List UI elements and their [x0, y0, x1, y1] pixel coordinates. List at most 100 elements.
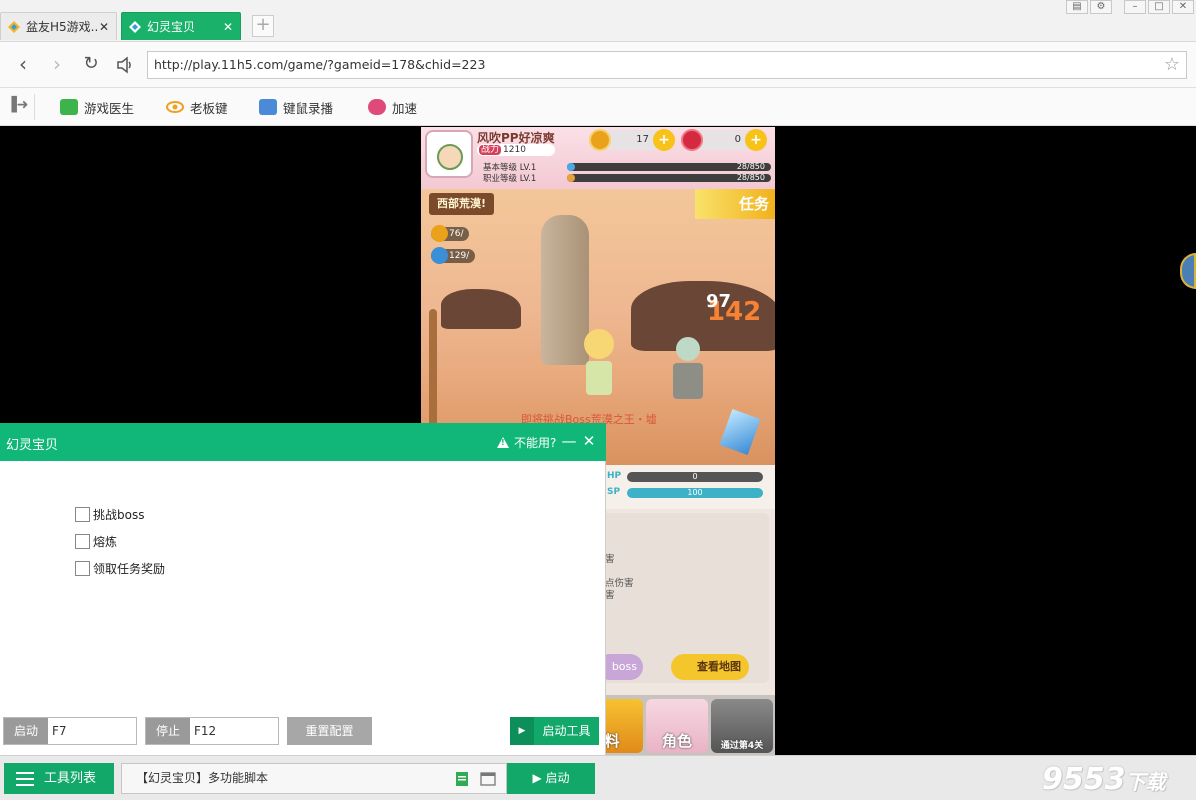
close-window-button[interactable]: ✕: [1172, 0, 1194, 14]
panel-title: 幻灵宝贝: [6, 438, 59, 453]
toolbar-label: 老板键: [190, 100, 228, 116]
option-label: 领取任务奖励: [93, 562, 166, 576]
tab-label: 盆友H5游戏...: [26, 20, 98, 34]
help-link[interactable]: 不能用?: [497, 434, 556, 451]
combat-power: 战力 1210: [477, 144, 555, 156]
gold-rate-value: 76/: [449, 229, 464, 239]
checkbox[interactable]: [75, 507, 90, 522]
checkbox[interactable]: [75, 561, 90, 576]
stop-hotkey: 停止 F12: [145, 717, 279, 745]
bottom-bar: 工具列表 【幻灵宝贝】多功能脚本 ▶ 启动 9553下载: [0, 755, 1196, 800]
gold-value: 17: [636, 134, 649, 145]
game-doctor-icon: [60, 99, 78, 115]
quest-button[interactable]: 任务: [695, 189, 775, 219]
tab-close-icon[interactable]: ✕: [222, 20, 234, 34]
hp-label: HP: [607, 471, 622, 481]
forward-arrow-icon[interactable]: ›: [44, 52, 70, 78]
power-label: 战力: [479, 145, 502, 155]
bookmark-star-icon[interactable]: ☆: [1164, 52, 1180, 78]
tab-close-icon[interactable]: ✕: [98, 20, 110, 34]
start-hotkey-input[interactable]: F7: [48, 718, 136, 744]
exp-rate-value: 129/: [449, 251, 470, 261]
hp-value: 0: [692, 472, 698, 481]
toolbar-label: 游戏医生: [84, 100, 135, 116]
toolbar-accelerate[interactable]: 加速: [368, 97, 417, 117]
toolbar-macro-record[interactable]: 键鼠录播: [259, 97, 333, 117]
minimize-panel-button[interactable]: —: [561, 432, 577, 450]
option-smelt[interactable]: 熔炼: [75, 528, 165, 555]
log-line: 害: [605, 554, 615, 565]
launch-tool-button[interactable]: ▶ 启动工具: [510, 717, 599, 745]
exp-orb-icon: [431, 247, 448, 264]
minimize-window-button[interactable]: –: [1124, 0, 1146, 14]
speaker-icon[interactable]: [112, 52, 138, 78]
browser-toolbar: ▐➜ 游戏医生 老板键 键鼠录播 加速: [0, 88, 1196, 126]
window-icon[interactable]: [480, 771, 496, 787]
tab-label: 幻灵宝贝: [147, 20, 196, 34]
start-label: 启动: [545, 771, 570, 785]
hp-bar: 0: [627, 472, 763, 482]
crystal-icon[interactable]: [719, 409, 761, 455]
tab-strip: 盆友H5游戏... ✕ 幻灵宝贝 ✕ + ▤ ⚙ – □ ✕: [0, 0, 1196, 42]
start-button[interactable]: ▶ 启动: [507, 763, 595, 794]
add-gem-button[interactable]: +: [745, 129, 767, 151]
back-arrow-icon[interactable]: ‹: [10, 52, 36, 78]
script-selector[interactable]: 【幻灵宝贝】多功能脚本: [121, 763, 507, 794]
job-exp-text: 28/850: [736, 173, 765, 182]
game-nav-label: 通过第4关: [720, 741, 764, 751]
play-arrow-icon: ▶: [532, 771, 546, 785]
sp-bar: 100: [627, 488, 763, 498]
option-label: 熔炼: [93, 535, 118, 549]
reset-config-button[interactable]: 重置配置: [287, 717, 372, 745]
base-exp-bar: 28/850: [567, 163, 771, 171]
browser-logo-icon: [129, 20, 141, 33]
list-icon: [16, 771, 34, 786]
hero-character: [581, 329, 617, 399]
settings-gear-icon[interactable]: ⚙: [1090, 0, 1112, 14]
maximize-window-button[interactable]: □: [1148, 0, 1170, 14]
stop-hotkey-label: 停止: [146, 718, 190, 744]
tab-pengyou-h5[interactable]: 盆友H5游戏... ✕: [0, 12, 117, 40]
close-panel-button[interactable]: ✕: [581, 432, 597, 450]
option-challenge-boss[interactable]: 挑战boss: [75, 501, 165, 528]
game-nav-rabbit[interactable]: 通过第4关: [711, 699, 773, 753]
tab-huanling-baobei[interactable]: 幻灵宝贝 ✕: [121, 12, 241, 40]
player-avatar[interactable]: [425, 130, 473, 178]
tool-list-label: 工具列表: [44, 771, 97, 786]
reload-icon[interactable]: ↻: [78, 52, 104, 78]
view-map-button[interactable]: 查看地图: [671, 654, 749, 680]
job-exp-bar: 28/850: [567, 174, 771, 182]
gamepad-icon: [368, 99, 386, 115]
base-exp-text: 28/850: [736, 162, 765, 171]
skin-icon[interactable]: ▤: [1066, 0, 1088, 14]
new-tab-button[interactable]: +: [252, 15, 274, 37]
toolbar-label: 加速: [392, 100, 418, 116]
option-list: 挑战boss 熔炼 领取任务奖励: [75, 501, 165, 582]
gold-coin-icon: [589, 129, 611, 151]
window-buttons: – □ ✕: [1122, 0, 1194, 14]
checkbox[interactable]: [75, 534, 90, 549]
option-claim-quest-reward[interactable]: 领取任务奖励: [75, 555, 165, 582]
start-hotkey: 启动 F7: [3, 717, 137, 745]
keyboard-mouse-icon: [259, 99, 277, 115]
address-bar[interactable]: http://play.11h5.com/game/?gameid=178&ch…: [147, 51, 1187, 79]
document-icon[interactable]: [454, 771, 470, 787]
help-text: 不能用?: [514, 436, 557, 450]
warning-icon: [497, 437, 509, 448]
zone-name: 西部荒漠!: [429, 193, 495, 215]
log-line: 害: [605, 590, 615, 601]
gem-counter: 0 +: [681, 129, 767, 151]
floating-ball-icon[interactable]: [1180, 253, 1196, 289]
stop-hotkey-input[interactable]: F12: [190, 718, 278, 744]
toolbar-boss-key[interactable]: 老板键: [166, 97, 228, 117]
option-label: 挑战boss: [93, 508, 145, 522]
toolbar-game-doctor[interactable]: 游戏医生: [60, 97, 134, 117]
sidebar-toggle-icon[interactable]: ▐➜: [6, 97, 29, 115]
add-gold-button[interactable]: +: [653, 129, 675, 151]
launch-tool-label: 启动工具: [542, 724, 591, 738]
tool-list-button[interactable]: 工具列表: [4, 763, 114, 794]
url-text: http://play.11h5.com/game/?gameid=178&ch…: [154, 57, 486, 72]
panel-header: 幻灵宝贝 不能用? — ✕: [0, 423, 606, 461]
game-nav-character[interactable]: 角色: [646, 699, 708, 753]
eye-icon: [166, 101, 184, 113]
